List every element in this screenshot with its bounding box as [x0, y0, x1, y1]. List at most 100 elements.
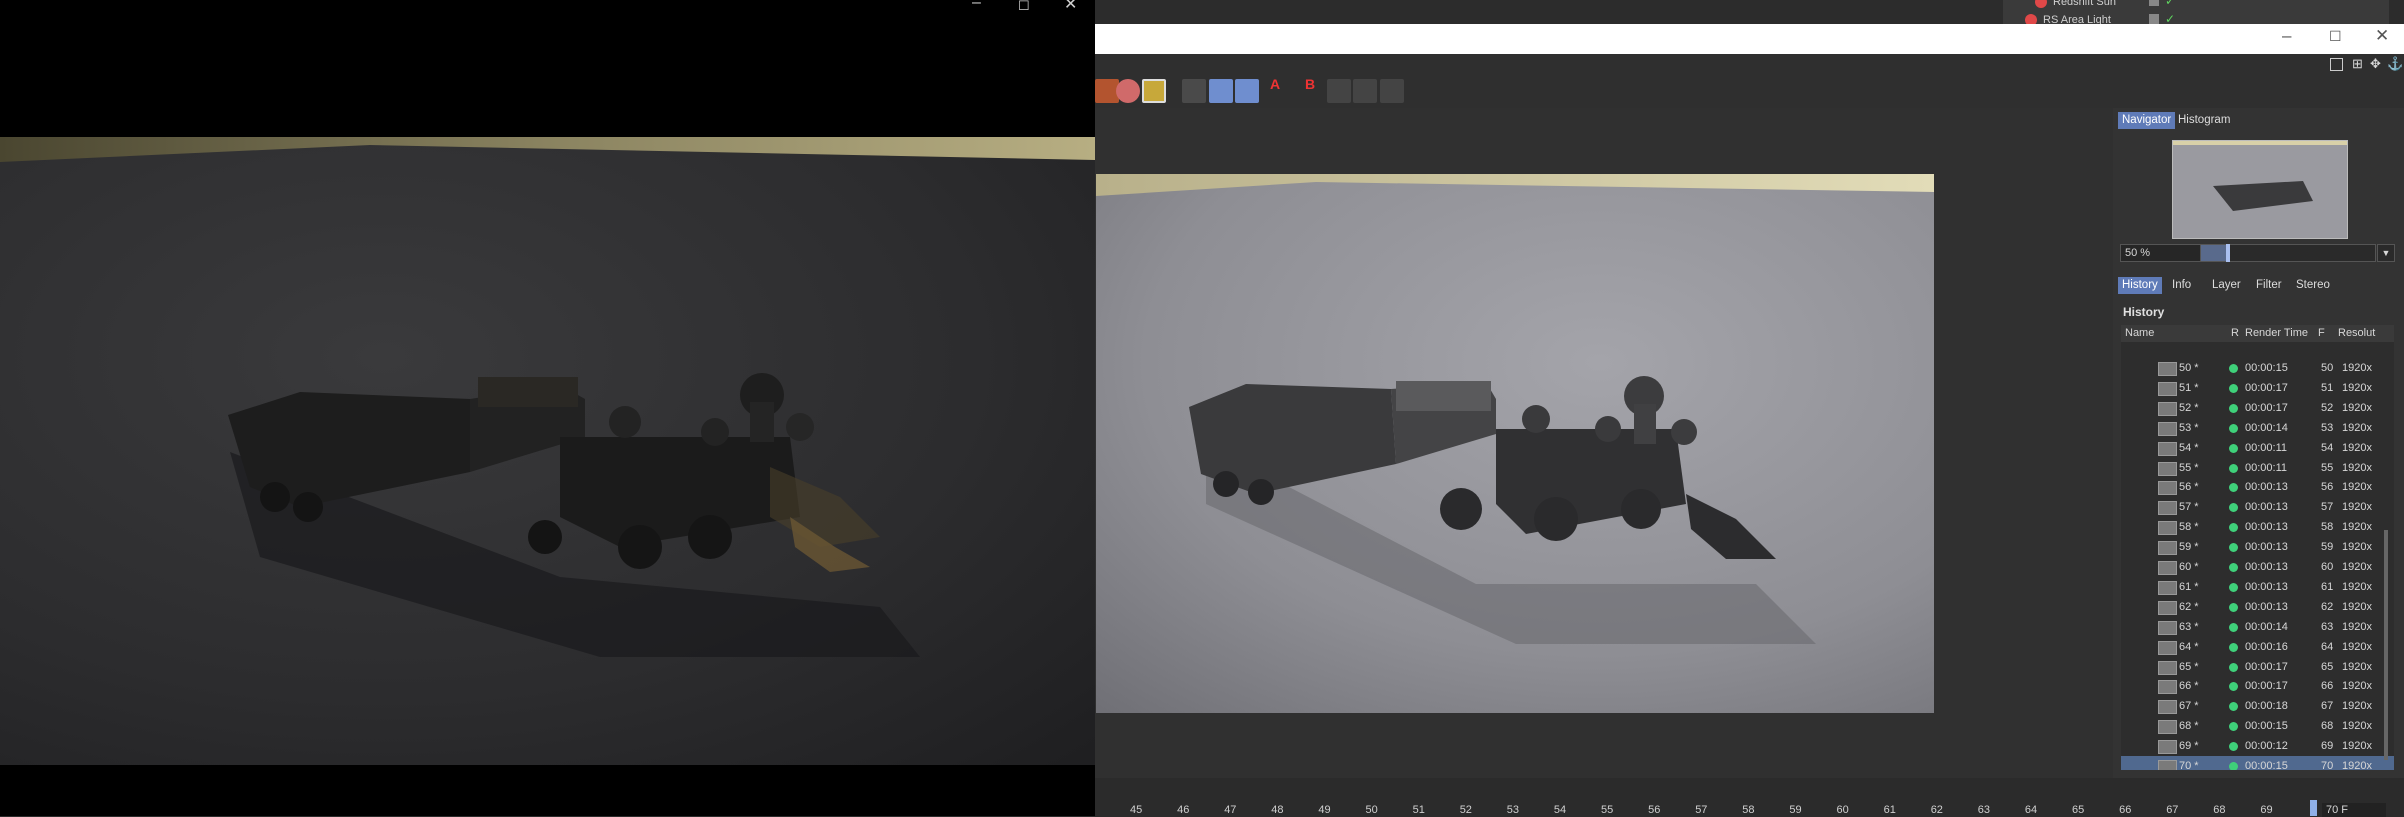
tab-filter[interactable]: Filter: [2252, 277, 2286, 294]
swap-icon[interactable]: [1380, 79, 1404, 103]
history-row[interactable]: 58 * 00:00:13 58 1920x: [2121, 517, 2394, 537]
status-ok-icon: [2229, 364, 2238, 373]
timeline-tick: 53: [1506, 804, 1520, 816]
render-thumbnail: [2158, 600, 2177, 615]
history-name: 58 *: [2179, 521, 2199, 534]
history-row[interactable]: 69 * 00:00:12 69 1920x: [2121, 736, 2394, 756]
viewport-render[interactable]: [0, 137, 1095, 765]
visibility-icon[interactable]: [2149, 0, 2159, 6]
history-name: 63 *: [2179, 620, 2199, 633]
tab-histogram[interactable]: Histogram: [2174, 112, 2234, 129]
history-row[interactable]: 64 * 00:00:16 64 1920x: [2121, 637, 2394, 657]
history-row[interactable]: 59 * 00:00:13 59 1920x: [2121, 537, 2394, 557]
visibility-icon[interactable]: [2149, 14, 2159, 24]
resolution: 1920x: [2342, 620, 2372, 633]
navigator-thumbnail[interactable]: [2172, 140, 2348, 239]
current-frame-field[interactable]: 70 F: [2322, 803, 2386, 817]
history-row[interactable]: 63 * 00:00:14 63 1920x: [2121, 617, 2394, 637]
column-header[interactable]: F: [2318, 325, 2325, 342]
tab-stereo[interactable]: Stereo: [2292, 277, 2334, 294]
history-scrollbar[interactable]: [2384, 530, 2388, 760]
history-name: 56 *: [2179, 481, 2199, 494]
resolution: 1920x: [2342, 580, 2372, 593]
timeline-tick: 60: [1836, 804, 1849, 816]
history-row[interactable]: 68 * 00:00:15 68 1920x: [2121, 716, 2394, 736]
resolution: 1920x: [2342, 381, 2372, 394]
pin-icon[interactable]: ⚓: [2387, 56, 2403, 72]
tab-navigator[interactable]: Navigator: [2118, 112, 2176, 129]
timeline-tick: 63: [1977, 804, 1991, 816]
resolution: 1920x: [2342, 561, 2372, 573]
history-row[interactable]: 70 * 00:00:15 70 1920x: [2121, 756, 2394, 770]
history-row[interactable]: 54 * 00:00:11 54 1920x: [2121, 438, 2394, 458]
history-name: 60 *: [2179, 561, 2199, 573]
history-row[interactable]: 62 * 00:00:13 62 1920x: [2121, 597, 2394, 617]
layout-icon[interactable]: [2330, 58, 2343, 71]
tab-layer[interactable]: Layer: [2208, 277, 2245, 294]
history-row[interactable]: 67 * 00:00:18 67 1920x: [2121, 696, 2394, 716]
tab-info[interactable]: Info: [2168, 277, 2195, 294]
render-region-icon[interactable]: [1116, 79, 1140, 103]
zoom-slider-handle[interactable]: [2226, 244, 2230, 262]
history-row[interactable]: 56 * 00:00:13 56 1920x: [2121, 477, 2394, 497]
object-item[interactable]: Redshift Sun: [2053, 0, 2116, 8]
zoom-input[interactable]: 50 %: [2120, 244, 2206, 262]
column-header[interactable]: Resolut: [2338, 325, 2375, 342]
resolution: 1920x: [2342, 521, 2372, 534]
fit-view-icon[interactable]: [1209, 79, 1233, 103]
render-thumbnail: [2158, 740, 2177, 755]
render-time: 00:00:13: [2245, 600, 2288, 613]
history-row[interactable]: 65 * 00:00:17 65 1920x: [2121, 657, 2394, 677]
maximize-button[interactable]: ☐: [1018, 0, 1030, 14]
maximize-button[interactable]: ☐: [2329, 28, 2342, 45]
resolution: 1920x: [2342, 760, 2372, 770]
timeline-tick: 67: [2166, 804, 2179, 816]
render-thumbnail: [2158, 362, 2177, 376]
column-header[interactable]: Render Time: [2245, 325, 2308, 342]
render-thumbnail: [2158, 441, 2177, 456]
move-icon[interactable]: ✥: [2370, 56, 2381, 72]
add-icon[interactable]: ⊞: [2352, 56, 2363, 72]
history-title: History: [2123, 305, 2165, 319]
render-thumbnail: [2158, 521, 2177, 536]
history-row[interactable]: 53 * 00:00:14 53 1920x: [2121, 418, 2394, 438]
minimize-button[interactable]: ‒: [972, 0, 981, 12]
chevron-down-icon[interactable]: ▼: [2377, 244, 2395, 262]
close-button[interactable]: ✕: [2375, 26, 2389, 46]
status-ok-icon: [2229, 463, 2238, 473]
resolution: 1920x: [2342, 640, 2372, 653]
split-vertical-icon[interactable]: [1327, 79, 1351, 103]
resolution: 1920x: [2342, 700, 2372, 713]
history-row[interactable]: 52 * 00:00:17 52 1920x: [2121, 398, 2394, 418]
timeline-tick: 58: [1742, 804, 1755, 816]
playhead[interactable]: [2310, 800, 2317, 816]
history-row[interactable]: 55 * 00:00:11 55 1920x: [2121, 458, 2394, 478]
render-time: 00:00:15: [2245, 760, 2288, 770]
close-button[interactable]: ✕: [1064, 0, 1077, 14]
history-row[interactable]: 50 * 00:00:15 50 1920x: [2121, 358, 2394, 378]
set-b-icon[interactable]: B: [1305, 76, 1315, 92]
history-name: 65 *: [2179, 660, 2199, 673]
full-view-icon[interactable]: [1235, 79, 1259, 103]
render-thumbnail: [2158, 541, 2177, 556]
render-time: 00:00:15: [2245, 720, 2288, 733]
column-header[interactable]: Name: [2125, 325, 2154, 342]
ab-compare-icon[interactable]: [1182, 79, 1206, 103]
history-row[interactable]: 60 * 00:00:13 60 1920x: [2121, 557, 2394, 577]
minimize-button[interactable]: ‒: [2282, 26, 2291, 46]
status-ok-icon: [2229, 742, 2238, 752]
tab-history[interactable]: History: [2118, 277, 2162, 294]
history-row[interactable]: 66 * 00:00:17 66 1920x: [2121, 676, 2394, 696]
column-header[interactable]: R: [2231, 325, 2239, 342]
history-row[interactable]: 51 * 00:00:17 51 1920x: [2121, 378, 2394, 398]
status-ok-icon: [2229, 423, 2238, 433]
history-row[interactable]: 61 * 00:00:13 61 1920x: [2121, 577, 2394, 597]
history-row[interactable]: 57 * 00:00:13 57 1920x: [2121, 497, 2394, 517]
render-settings-icon[interactable]: [1142, 79, 1166, 103]
set-a-icon[interactable]: A: [1270, 76, 1280, 92]
split-horizontal-icon[interactable]: [1353, 79, 1377, 103]
resolution: 1920x: [2342, 600, 2372, 613]
resolution: 1920x: [2342, 401, 2372, 414]
frame-number: 58: [2321, 521, 2334, 534]
render-time: 00:00:13: [2245, 580, 2288, 593]
